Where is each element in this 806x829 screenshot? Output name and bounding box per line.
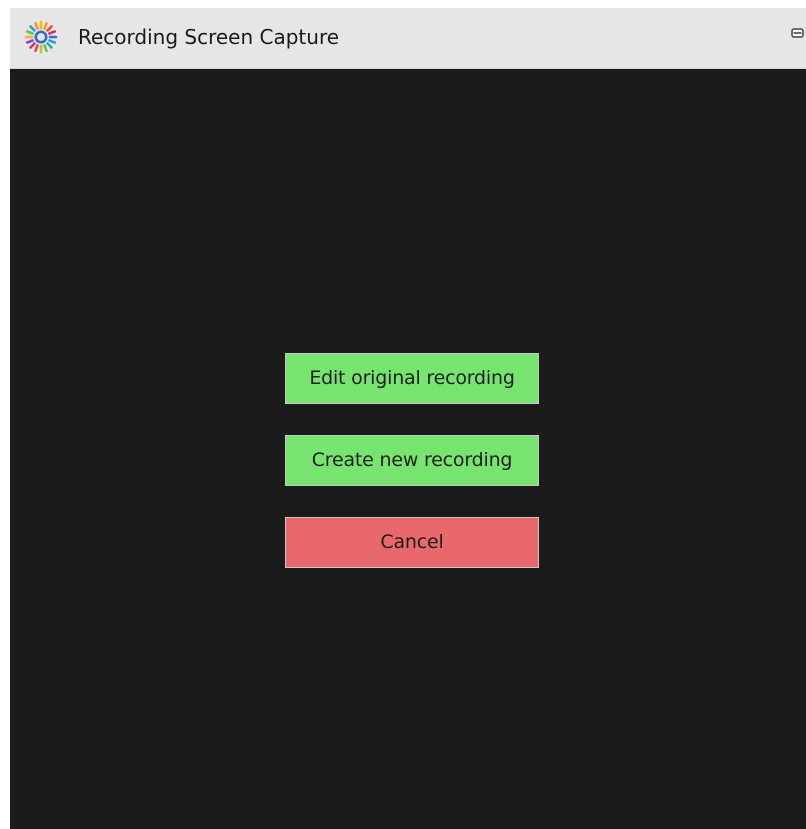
title-bar[interactable]: Recording Screen Capture <box>10 8 806 69</box>
create-new-recording-button[interactable]: Create new recording <box>285 435 539 486</box>
cancel-button[interactable]: Cancel <box>285 517 539 568</box>
recording-window: Recording Screen Capture Edit original r… <box>10 8 806 829</box>
edit-original-recording-button[interactable]: Edit original recording <box>285 353 539 404</box>
minimize-icon[interactable] <box>791 26 804 40</box>
app-logo-icon <box>24 20 58 54</box>
recording-options: Edit original recording Create new recor… <box>285 353 539 599</box>
window-title: Recording Screen Capture <box>78 25 340 49</box>
